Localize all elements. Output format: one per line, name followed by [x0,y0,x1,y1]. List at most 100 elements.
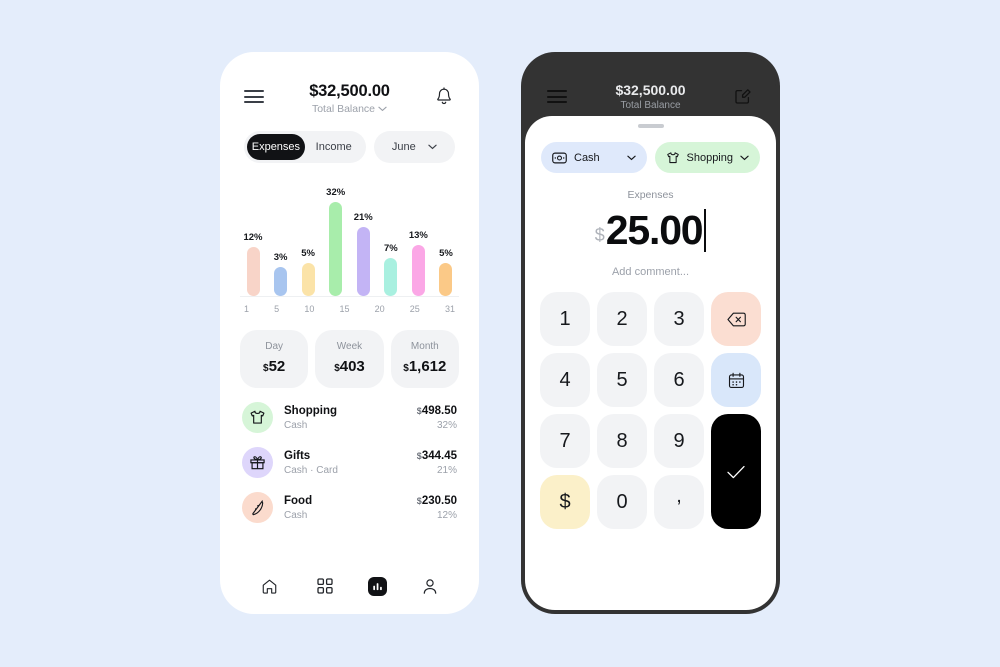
calendar-key[interactable] [711,353,761,407]
chart-bar-group[interactable]: 5% [297,179,319,296]
key-7[interactable]: 7 [540,414,590,468]
transaction-info: Shopping Cash [284,405,417,431]
balance-block: $32,500.00 Total Balance [567,82,734,111]
chart-bar [439,262,453,296]
nav-home-icon[interactable] [258,574,282,598]
chart-bar-label: 21% [353,211,373,223]
summary-card-title: Week [336,341,363,352]
chart-bar [246,247,260,296]
chart-bar-label: 12% [243,232,263,243]
chart-bar-group[interactable]: 13% [407,179,429,296]
transaction-row[interactable]: Gifts Cash · Card $344.45 21% [242,447,457,478]
expenses-bar-chart: 12% 3% 5% 32% 21% 7% 13% 5% 1 5 10 15 20 25 31 [220,163,479,314]
key-4[interactable]: 4 [540,353,590,407]
comma-key[interactable]: , [654,475,704,529]
hamburger-icon[interactable] [547,82,567,104]
chart-bar-label: 13% [408,229,428,241]
transaction-info: Gifts Cash · Card [284,450,417,476]
chart-bar [329,202,343,296]
tab-income[interactable]: Income [305,134,363,160]
chart-bar-label: 3% [273,252,288,264]
right-header: $32,500.00 Total Balance [525,56,776,111]
chart-bar-group[interactable]: 12% [242,179,264,296]
category-chip-shopping[interactable]: Shopping [654,142,760,173]
hamburger-icon[interactable] [244,82,264,104]
key-3[interactable]: 3 [654,292,704,346]
nav-grid-icon[interactable] [313,574,337,598]
summary-cards: Day $52 Week $403 Month $1,612 [220,314,479,388]
chart-x-tick: 31 [444,304,455,314]
chart-bar [301,262,315,296]
amount-entry: Expenses $ 25.00 Add comment... [525,173,776,278]
key-6[interactable]: 6 [654,353,704,407]
calendar-icon [728,372,745,389]
entry-type-label: Expenses [627,189,674,201]
key-label: 6 [673,368,685,391]
summary-card-title: Month [410,341,439,352]
summary-card[interactable]: Month $1,612 [390,330,459,388]
text-caret [704,209,707,252]
chart-bar [411,244,425,296]
transaction-row[interactable]: Shopping Cash $498.50 32% [242,402,457,433]
chart-bar-group[interactable]: 5% [435,179,457,296]
transaction-row[interactable]: Food Cash $230.50 12% [242,492,457,523]
nav-person-icon[interactable] [418,574,442,598]
key-9[interactable]: 9 [654,414,704,468]
chart-bar-group[interactable]: 7% [380,179,402,296]
account-chip-label: Cash [574,151,600,164]
backspace-key[interactable] [711,292,761,346]
key-2[interactable]: 2 [597,292,647,346]
bell-icon[interactable] [435,82,455,105]
currency-key[interactable]: $ [540,475,590,529]
total-balance-label: Total Balance [620,100,681,111]
chart-bar [274,267,288,296]
edit-pencil-icon[interactable] [734,82,754,104]
key-1[interactable]: 1 [540,292,590,346]
right-phone-frame: $32,500.00 Total Balance Cash Shopping E… [521,52,780,614]
tshirt-icon [666,151,679,163]
chart-bar-group[interactable]: 21% [352,179,374,296]
chevron-down-icon [740,155,749,160]
amount-display[interactable]: $ 25.00 [525,207,776,254]
key-0[interactable]: 0 [597,475,647,529]
month-selector[interactable]: June [373,131,455,163]
chart-bar-label: 5% [439,247,453,259]
key-label: 5 [616,368,628,391]
key-label: 1 [559,307,571,330]
transaction-source: Cash [284,419,308,431]
balance-block: $32,500.00 Total Balance [264,82,435,115]
total-balance-label: Total Balance [311,103,376,115]
summary-card[interactable]: Week $403 [315,330,384,388]
key-label: 4 [559,368,571,391]
chart-bar [356,226,370,296]
summary-card-value: $52 [263,358,286,375]
transaction-amount: $344.45 [416,449,457,462]
key-label: , [676,484,682,507]
transaction-percent: 12% [436,509,457,521]
transaction-values: $498.50 32% [417,405,457,431]
chart-x-axis: 1 5 10 15 20 25 31 [240,297,459,314]
chart-bar-group[interactable]: 3% [270,179,292,296]
total-balance-selector[interactable]: Total Balance [264,103,435,115]
key-5[interactable]: 5 [597,353,647,407]
chart-bar-group[interactable]: 32% [325,179,347,296]
key-label: 2 [616,307,628,330]
account-chip-cash[interactable]: Cash [541,142,647,173]
numeric-keypad: 1 2 3 4 5 6 7 8 9 $0, [525,278,776,529]
left-header: $32,500.00 Total Balance [220,52,479,115]
summary-card-value: $403 [334,358,365,375]
filter-row: Expenses Income June [220,115,479,163]
total-balance-amount: $32,500.00 [615,82,686,98]
key-8[interactable]: 8 [597,414,647,468]
tab-expenses[interactable]: Expenses [247,134,305,160]
screenshot-stage: $32,500.00 Total Balance Expenses Income… [0,0,1000,667]
confirm-key[interactable] [711,414,761,529]
chart-x-tick: 25 [409,304,420,314]
key-label: 7 [559,429,571,452]
chart-bar-label: 32% [326,187,346,198]
nav-bar-chart-icon[interactable] [367,576,387,596]
backspace-icon [726,312,746,327]
summary-card[interactable]: Day $52 [240,330,309,388]
add-comment-field[interactable]: Add comment... [525,266,776,278]
type-segmented-control: Expenses Income [244,131,366,163]
